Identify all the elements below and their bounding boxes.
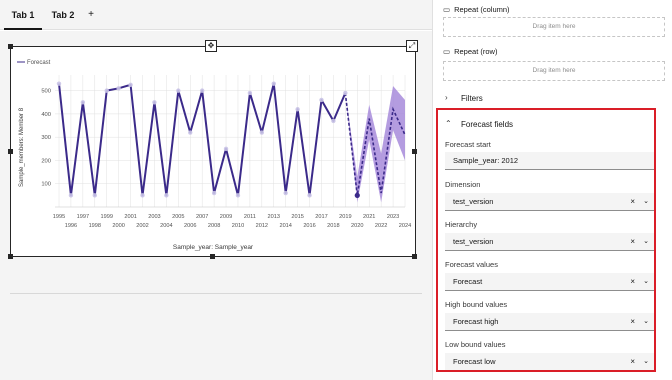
x-tick-label: 2011 <box>244 214 256 220</box>
x-tick-label: 2003 <box>148 214 160 220</box>
x-tick-label: 2009 <box>220 214 232 220</box>
x-tick-label: 2019 <box>339 214 351 220</box>
repeat-row-label: ▭ Repeat (row) <box>443 47 498 56</box>
data-point <box>247 90 253 96</box>
data-point <box>211 190 217 196</box>
data-point <box>199 88 205 93</box>
data-point <box>319 97 324 103</box>
data-point <box>116 86 121 91</box>
x-tick-label: 2013 <box>268 214 280 220</box>
tab-1[interactable]: Tab 1 <box>4 0 42 30</box>
tab-2[interactable]: Tab 2 <box>46 0 80 30</box>
x-tick-label: 2010 <box>232 223 244 229</box>
resize-handle-bl[interactable] <box>8 254 13 259</box>
chart-widget[interactable]: 100 200 300 400 500 1995 1997 1999 2001 2003 2005… <box>10 46 416 257</box>
x-tick-label: 2004 <box>160 223 172 229</box>
resize-handle-right[interactable] <box>412 149 417 154</box>
x-tick-label: 2000 <box>112 223 124 229</box>
data-point <box>92 193 97 198</box>
x-tick-label: 1996 <box>65 223 77 229</box>
forecast-fields-highlight <box>436 108 656 372</box>
rows-icon: ▭ <box>443 47 451 56</box>
forecast-confidence-band <box>345 85 405 203</box>
x-tick-label: 1998 <box>89 223 101 229</box>
y-tick-label: 500 <box>41 89 51 95</box>
resize-handle-bottom[interactable] <box>210 254 215 259</box>
data-point <box>164 193 169 198</box>
x-tick-label: 2023 <box>387 214 399 220</box>
x-tick-label: 2002 <box>136 223 148 229</box>
tab-bar: Tab 1 Tab 2 + <box>0 0 432 30</box>
data-point <box>188 130 193 135</box>
x-tick-label: 2005 <box>172 214 184 220</box>
x-tick-label: 2008 <box>208 223 220 229</box>
forecast-line-chart: 100 200 300 400 500 1995 1997 1999 2001 2003 2005… <box>17 60 411 251</box>
x-tick-label: 2018 <box>327 223 339 229</box>
x-tick-label: 2006 <box>184 223 196 229</box>
x-tick-label: 2001 <box>124 214 136 220</box>
add-tab-button[interactable]: + <box>84 0 98 30</box>
data-point <box>235 193 241 198</box>
resize-handle-left[interactable] <box>8 149 13 154</box>
data-point <box>80 100 86 105</box>
move-icon[interactable]: ✥ <box>205 40 217 52</box>
y-tick-label: 100 <box>41 182 51 188</box>
x-tick-label: 1997 <box>77 214 89 220</box>
y-axis-title: Sample_members: Member 8 <box>19 107 25 187</box>
data-point <box>295 107 300 112</box>
data-point <box>307 193 312 198</box>
repeat-row-dropzone[interactable]: Drag item here <box>443 61 665 81</box>
y-tick-label: 300 <box>41 135 51 141</box>
columns-icon: ▭ <box>443 5 451 14</box>
resize-handle-tl[interactable] <box>8 44 13 49</box>
x-axis-title: Sample_year: Sample_year <box>173 244 254 251</box>
x-tick-label: 2017 <box>315 214 327 220</box>
legend-label: Forecast <box>27 60 51 66</box>
data-point <box>271 81 276 86</box>
canvas-divider <box>10 293 422 294</box>
x-tick-label: 2021 <box>363 214 375 220</box>
x-tick-label: 2016 <box>303 223 315 229</box>
x-tick-label: 2024 <box>399 223 411 229</box>
repeat-column-label: ▭ Repeat (column) <box>443 5 510 14</box>
data-point <box>283 190 288 196</box>
x-tick-label: 1995 <box>53 214 65 220</box>
data-point <box>68 193 74 198</box>
data-point <box>140 193 145 198</box>
data-point <box>223 146 229 152</box>
x-tick-label: 2015 <box>291 214 303 220</box>
x-tick-label: 2022 <box>375 223 387 229</box>
data-point <box>259 130 265 135</box>
data-point <box>152 100 157 105</box>
forecast-start-point <box>354 192 360 198</box>
data-point <box>56 81 62 86</box>
x-tick-label: 2020 <box>351 223 363 229</box>
x-tick-label: 2014 <box>279 223 291 229</box>
data-point <box>343 90 348 96</box>
data-point <box>176 88 181 93</box>
chevron-right-icon: › <box>445 93 448 102</box>
repeat-column-dropzone[interactable]: Drag item here <box>443 17 665 37</box>
data-point <box>128 82 133 88</box>
resize-handle-br[interactable] <box>412 254 417 259</box>
data-point <box>331 118 336 124</box>
data-point <box>104 88 109 93</box>
x-tick-label: 2007 <box>196 214 208 220</box>
y-tick-label: 200 <box>41 158 51 164</box>
expand-icon[interactable]: ⤢ <box>406 40 418 52</box>
x-tick-label: 1999 <box>100 214 112 220</box>
x-tick-label: 2012 <box>256 223 268 229</box>
y-tick-label: 400 <box>41 112 51 118</box>
